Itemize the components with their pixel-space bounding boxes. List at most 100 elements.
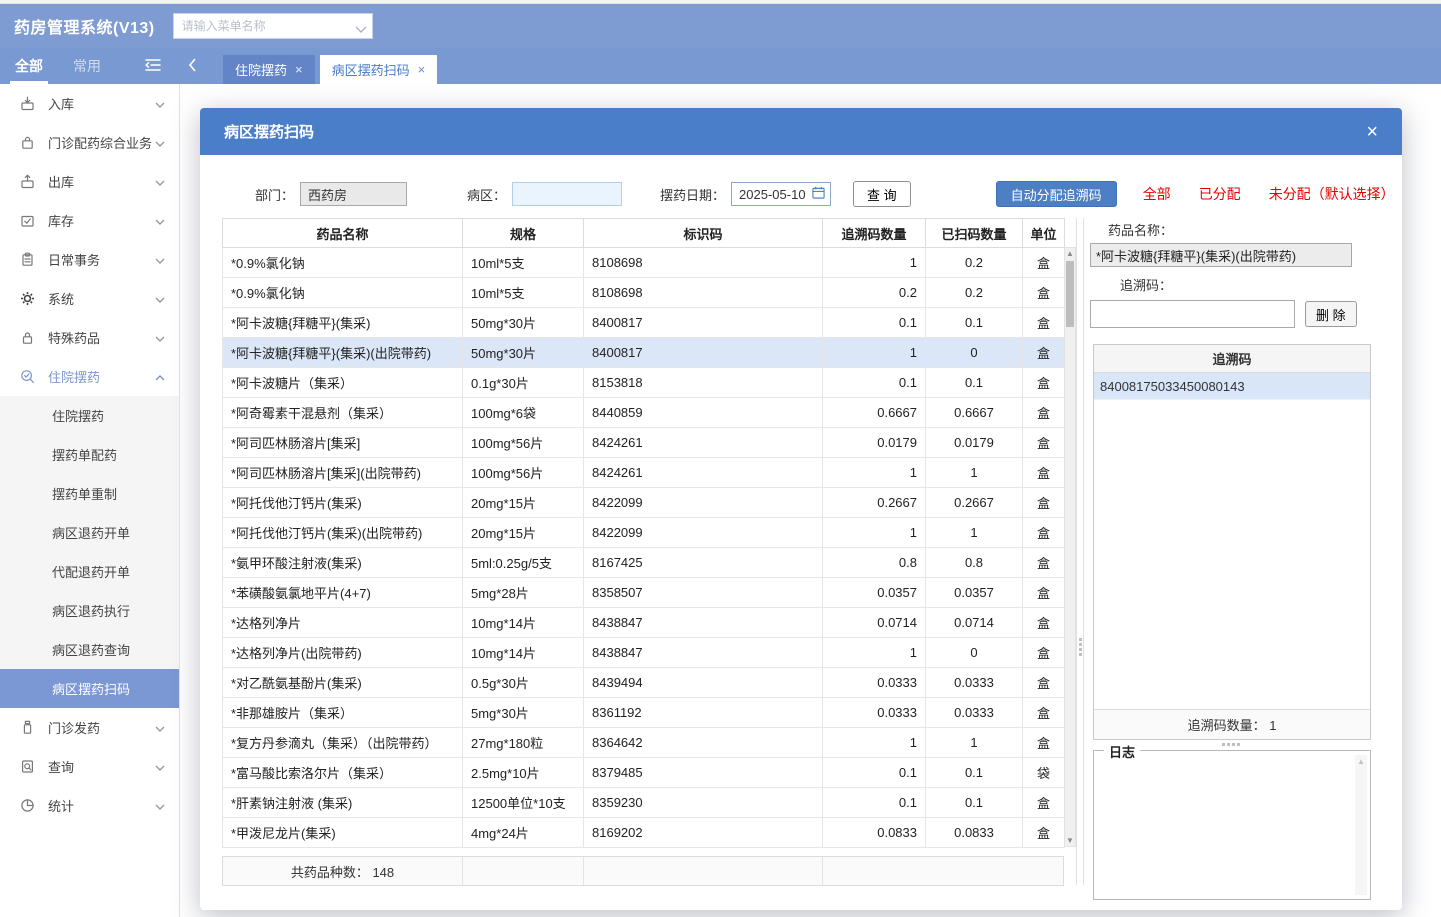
chevron-down-icon (155, 135, 165, 150)
table-row[interactable]: *非那雄胺片（集采） 5mg*30片 8361192 0.0333 0.0333 盒 (222, 697, 1065, 728)
filter-link-assigned[interactable]: 已分配 (1199, 184, 1241, 204)
table-row[interactable]: *甲泼尼龙片(集采) 4mg*24片 8169202 0.0833 0.0833 盒 (222, 817, 1065, 848)
table-scrollbar[interactable]: ▲ ▼ (1064, 247, 1076, 847)
scroll-up-icon[interactable]: ▲ (1065, 249, 1075, 258)
sidebar-item-日常事务[interactable]: 日常事务 (0, 240, 179, 279)
table-row[interactable]: *达格列净片(出院带药) 10mg*14片 8438847 1 0 盒 (222, 637, 1065, 668)
table-row[interactable]: *达格列净片 10mg*14片 8438847 0.0714 0.0714 盒 (222, 607, 1065, 638)
sidebar-item-系统[interactable]: 系统 (0, 279, 179, 318)
trace-code-item[interactable]: 84008175033450080143 (1094, 373, 1370, 400)
table-row[interactable]: *肝素钠注射液 (集采) 12500单位*10支 8359230 0.1 0.1 盒 (222, 787, 1065, 818)
scroll-tabs-left-icon[interactable] (188, 57, 197, 75)
sidebar-item-入库[interactable]: 入库 (0, 84, 179, 123)
table-row[interactable]: *苯磺酸氨氯地平片(4+7) 5mg*28片 8358507 0.0357 0.0357… (222, 577, 1065, 608)
filter-link-unassigned[interactable]: 未分配（默认选择） (1269, 184, 1395, 204)
table-footer: 共药品种数： 148 (222, 856, 1064, 886)
content-area: 病区摆药扫码 × 部门： 病区： 摆药日期： 2025-05-10 查 询 自动… (180, 84, 1441, 917)
sidebar-item-特殊药品[interactable]: 特殊药品 (0, 318, 179, 357)
chevron-down-icon (155, 213, 165, 228)
sidebar-menu: 入库 门诊配药综合业务 出库 库存 日常事务 系统 特殊药品 住院摆药 住院摆药 摆药单配药 摆药单… (0, 84, 180, 917)
sidebar-subitem-摆药单配药[interactable]: 摆药单配药 (0, 435, 179, 474)
sidebar-item-库存[interactable]: 库存 (0, 201, 179, 240)
dialog-titlebar: 病区摆药扫码 × (200, 108, 1402, 155)
menu-filter-all[interactable]: 全部 (0, 48, 58, 84)
column-header-规格[interactable]: 规格 (462, 218, 584, 248)
filter-link-all[interactable]: 全部 (1143, 184, 1171, 204)
sidebar-subitem-病区退药查询[interactable]: 病区退药查询 (0, 630, 179, 669)
dispense-date-field[interactable]: 2025-05-10 (731, 182, 832, 206)
table-row[interactable]: *复方丹参滴丸（集采）（出院带药） 27mg*180粒 8364642 1 1 盒 (222, 727, 1065, 758)
trace-code-input[interactable] (1090, 300, 1295, 328)
table-row[interactable]: *阿托伐他汀钙片(集采)(出院带药) 20mg*15片 8422099 1 1 盒 (222, 517, 1065, 548)
sidebar-submenu: 住院摆药 摆药单配药 摆药单重制 病区退药开单 代配退药开单 病区退药执行 病区退药查询 病区… (0, 396, 179, 708)
column-header-追溯码数量[interactable]: 追溯码数量 (822, 218, 926, 248)
calendar-icon[interactable] (812, 186, 825, 202)
table-row[interactable]: *阿司匹林肠溶片[集采](出院带药) 100mg*56片 8424261 1 1 盒 (222, 457, 1065, 488)
menu-filter-common[interactable]: 常用 (58, 48, 116, 84)
trace-code-list: 追溯码 84008175033450080143 追溯码数量： 1 (1093, 344, 1371, 740)
log-panel: 日志 ▲ (1093, 742, 1371, 900)
sidebar-item-门诊配药综合业务[interactable]: 门诊配药综合业务 (0, 123, 179, 162)
column-header-已扫码数量[interactable]: 已扫码数量 (925, 218, 1023, 248)
sidebar-item-门诊发药[interactable]: 门诊发药 (0, 708, 179, 747)
sidebar-item-住院摆药[interactable]: 住院摆药 (0, 357, 179, 396)
tab-inpatient-dispense[interactable]: 住院摆药 × (223, 55, 315, 84)
sidebar-subitem-病区退药开单[interactable]: 病区退药开单 (0, 513, 179, 552)
table-row[interactable]: *阿奇霉素干混悬剂（集采） 100mg*6袋 8440859 0.6667 0.6667… (222, 397, 1065, 428)
close-tab-icon[interactable]: × (418, 62, 426, 77)
chevron-down-icon (155, 174, 165, 189)
sidebar-subitem-病区退药执行[interactable]: 病区退药执行 (0, 591, 179, 630)
log-scrollbar[interactable]: ▲ (1355, 755, 1367, 895)
trace-count: 追溯码数量： 1 (1094, 709, 1370, 739)
dialog-title: 病区摆药扫码 (224, 124, 315, 141)
table-header-row: 药品名称 规格 标识码 追溯码数量 已扫码数量 单位 (222, 218, 1065, 248)
sidebar-subitem-病区摆药扫码[interactable]: 病区摆药扫码 (0, 669, 179, 708)
scrollbar-thumb[interactable] (1066, 261, 1074, 327)
column-header-单位[interactable]: 单位 (1022, 218, 1065, 248)
trace-list-header: 追溯码 (1094, 345, 1370, 373)
sidebar-item-出库[interactable]: 出库 (0, 162, 179, 201)
special-drugs-icon (20, 330, 36, 346)
table-row[interactable]: *富马酸比索洛尔片（集采） 2.5mg*10片 8379485 0.1 0.1 袋 (222, 757, 1065, 788)
scroll-down-icon[interactable]: ▼ (1065, 836, 1075, 845)
table-row[interactable]: *阿卡波糖片（集采） 0.1g*30片 8153818 0.1 0.1 盒 (222, 367, 1065, 398)
dept-label: 部门： (255, 187, 295, 203)
tab-ward-dispense-scan[interactable]: 病区摆药扫码 × (319, 55, 438, 84)
delete-button[interactable]: 删 除 (1305, 301, 1357, 327)
app-title: 药房管理系统(V13) (14, 20, 155, 37)
close-icon[interactable]: × (1366, 122, 1378, 142)
collapse-menu-icon[interactable] (144, 58, 162, 75)
chevron-down-icon[interactable] (355, 22, 367, 37)
ward-field[interactable] (512, 182, 623, 206)
sidebar-item-统计[interactable]: 统计 (0, 786, 179, 825)
system-gear-icon (20, 291, 36, 307)
column-header-标识码[interactable]: 标识码 (583, 218, 823, 248)
vertical-splitter[interactable] (1076, 218, 1084, 885)
sidebar-item-查询[interactable]: 查询 (0, 747, 179, 786)
sidebar-subitem-代配退药开单[interactable]: 代配退药开单 (0, 552, 179, 591)
auto-assign-trace-button[interactable]: 自动分配追溯码 (995, 181, 1117, 207)
trace-detail-panel: 药品名称： 追溯码： 删 除 追溯码 84008175033450080143 … (1084, 218, 1386, 900)
close-tab-icon[interactable]: × (295, 62, 303, 77)
table-row[interactable]: *0.9%氯化钠 10ml*5支 8108698 1 0.2 盒 (222, 247, 1065, 278)
dept-field[interactable] (300, 182, 408, 206)
trace-code-label: 追溯码： (1120, 278, 1173, 293)
tab-strip: 全部 常用 住院摆药 × 病区摆药扫码 × (0, 48, 1441, 84)
drug-name-field (1090, 243, 1352, 267)
sidebar-subitem-住院摆药[interactable]: 住院摆药 (0, 396, 179, 435)
table-row[interactable]: *阿托伐他汀钙片(集采) 20mg*15片 8422099 0.2667 0.2667 盒 (222, 487, 1065, 518)
log-scroll-up-icon[interactable]: ▲ (1355, 757, 1367, 766)
table-row[interactable]: *阿卡波糖{拜糖平}(集采)(出院带药) 50mg*30片 8400817 1 0 盒 (222, 337, 1065, 368)
sidebar-subitem-摆药单重制[interactable]: 摆药单重制 (0, 474, 179, 513)
table-row[interactable]: *0.9%氯化钠 10ml*5支 8108698 0.2 0.2 盒 (222, 277, 1065, 308)
table-row[interactable]: *氨甲环酸注射液(集采) 5ml:0.25g/5支 8167425 0.8 0.8 盒 (222, 547, 1065, 578)
column-header-药品名称[interactable]: 药品名称 (222, 218, 463, 248)
chevron-down-icon (155, 252, 165, 267)
table-row[interactable]: *阿卡波糖{拜糖平}(集采) 50mg*30片 8400817 0.1 0.1 盒 (222, 307, 1065, 338)
menu-search-input[interactable] (172, 13, 373, 39)
inventory-icon (20, 213, 36, 229)
drug-name-label: 药品名称： (1108, 223, 1174, 238)
table-row[interactable]: *阿司匹林肠溶片[集采] 100mg*56片 8424261 0.0179 0.0179… (222, 427, 1065, 458)
table-row[interactable]: *对乙酰氨基酚片(集采) 0.5g*30片 8439494 0.0333 0.0333 盒 (222, 667, 1065, 698)
query-button[interactable]: 查 询 (853, 181, 911, 207)
